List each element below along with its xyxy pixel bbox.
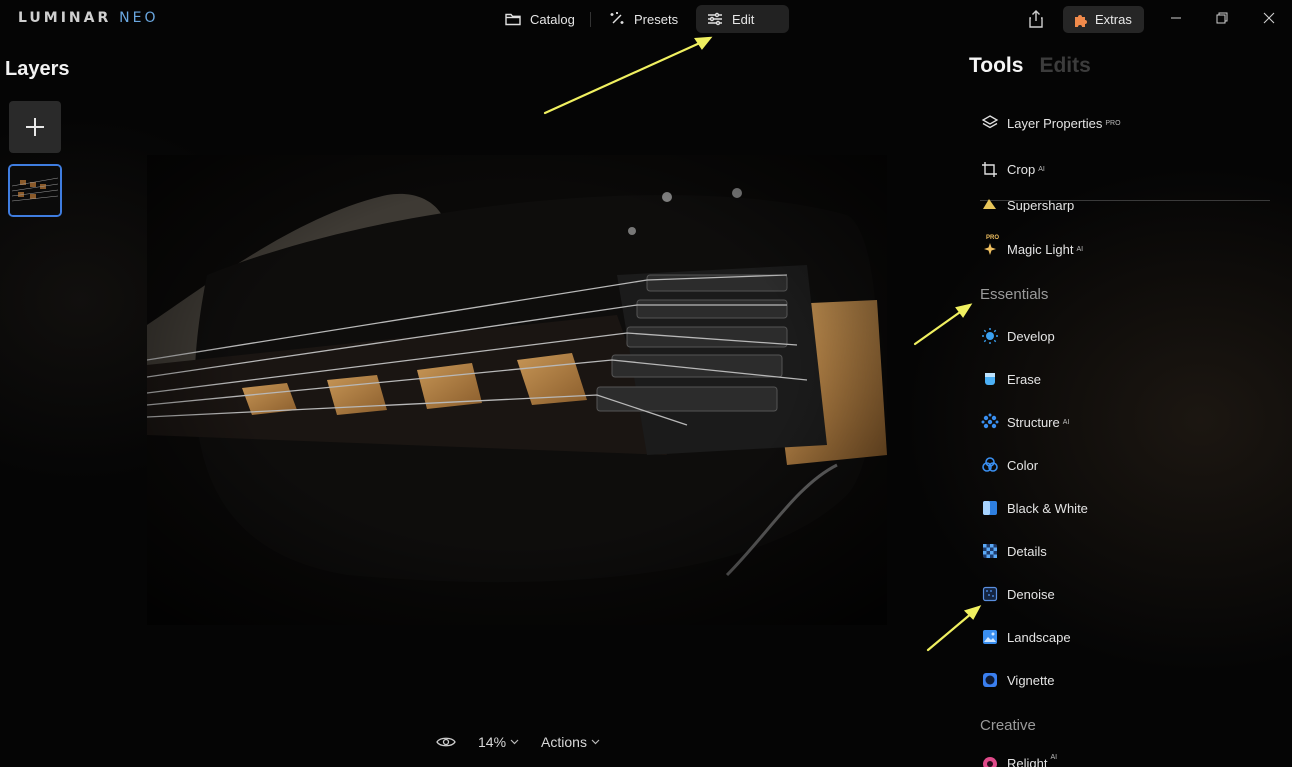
magic-light-pro-badge: PRO <box>986 234 1000 241</box>
landscape-icon <box>980 628 999 647</box>
tool-erase[interactable]: Erase <box>980 367 1041 391</box>
layer-thumbnail[interactable] <box>8 164 62 217</box>
presets-label: Presets <box>634 11 679 27</box>
supersharp-icon <box>980 195 999 212</box>
eye-icon[interactable] <box>436 735 456 749</box>
tool-magic-light[interactable]: PRO Magic Light AI <box>980 235 1083 261</box>
chevron-down-icon <box>591 739 600 745</box>
bottom-toolbar: 14% Actions <box>436 731 600 753</box>
zoom-dropdown[interactable]: 14% <box>478 734 519 750</box>
tool-black-white[interactable]: Black & White <box>980 496 1088 520</box>
color-circles-icon <box>980 456 999 475</box>
tool-denoise[interactable]: Denoise <box>980 582 1055 606</box>
presets-button[interactable]: Presets <box>598 5 688 33</box>
layers-title: Layers <box>5 58 70 80</box>
tab-edits[interactable]: Edits <box>1039 54 1090 78</box>
extras-button[interactable]: Extras <box>1063 6 1144 33</box>
tool-structure[interactable]: Structure AI <box>980 410 1069 434</box>
guitar-photo <box>147 155 887 625</box>
panel-tabs: Tools Edits <box>969 54 1091 78</box>
extras-label: Extras <box>1095 12 1132 27</box>
magic-wand-icon <box>610 12 624 24</box>
layer-preview-image <box>10 166 60 215</box>
black-white-icon <box>980 499 999 518</box>
actions-dropdown[interactable]: Actions <box>541 734 600 750</box>
share-icon[interactable] <box>1026 9 1046 29</box>
restore-icon[interactable] <box>1214 10 1230 26</box>
structure-icon <box>980 413 999 432</box>
creative-section-title: Creative <box>980 717 1036 734</box>
eraser-icon <box>980 370 999 389</box>
tool-layer-properties[interactable]: Layer Properties PRO <box>980 111 1121 135</box>
tool-details[interactable]: Details <box>980 539 1047 563</box>
catalog-label: Catalog <box>530 11 575 27</box>
tool-supersharp[interactable]: Supersharp <box>980 195 1074 212</box>
chevron-down-icon <box>510 739 519 745</box>
tool-develop[interactable]: Develop <box>980 324 1055 348</box>
catalog-button[interactable]: Catalog <box>494 5 585 33</box>
actions-label: Actions <box>541 734 587 750</box>
minimize-icon[interactable] <box>1168 10 1184 26</box>
top-bar: LUMINAR NEO Catalog Presets Edit Extras <box>0 0 1292 38</box>
sparkle-icon: PRO <box>980 235 999 259</box>
tab-tools[interactable]: Tools <box>969 54 1023 78</box>
essentials-section-title: Essentials <box>980 286 1049 303</box>
sliders-icon <box>708 12 722 26</box>
tool-relight[interactable]: Relight AI <box>980 754 1057 767</box>
plus-icon <box>26 118 44 136</box>
close-icon[interactable] <box>1261 10 1277 26</box>
nav-separator <box>590 12 591 27</box>
crop-icon <box>980 160 999 179</box>
denoise-icon <box>980 585 999 604</box>
tool-vignette[interactable]: Vignette <box>980 668 1054 692</box>
tool-color[interactable]: Color <box>980 453 1038 477</box>
layers-stack-icon <box>980 114 999 133</box>
zoom-value: 14% <box>478 734 507 750</box>
puzzle-icon <box>1075 14 1087 27</box>
tool-landscape[interactable]: Landscape <box>980 625 1071 649</box>
details-checker-icon <box>980 542 999 561</box>
edit-button[interactable]: Edit <box>696 5 789 33</box>
photo-canvas[interactable] <box>147 155 887 625</box>
sun-icon <box>980 327 999 346</box>
folder-icon <box>505 13 521 26</box>
vignette-icon <box>980 671 999 690</box>
relight-icon <box>980 754 999 767</box>
app-logo: LUMINAR NEO <box>18 10 159 26</box>
add-layer-button[interactable] <box>9 101 61 153</box>
edit-label: Edit <box>732 11 755 27</box>
tool-crop[interactable]: Crop AI <box>980 157 1045 181</box>
